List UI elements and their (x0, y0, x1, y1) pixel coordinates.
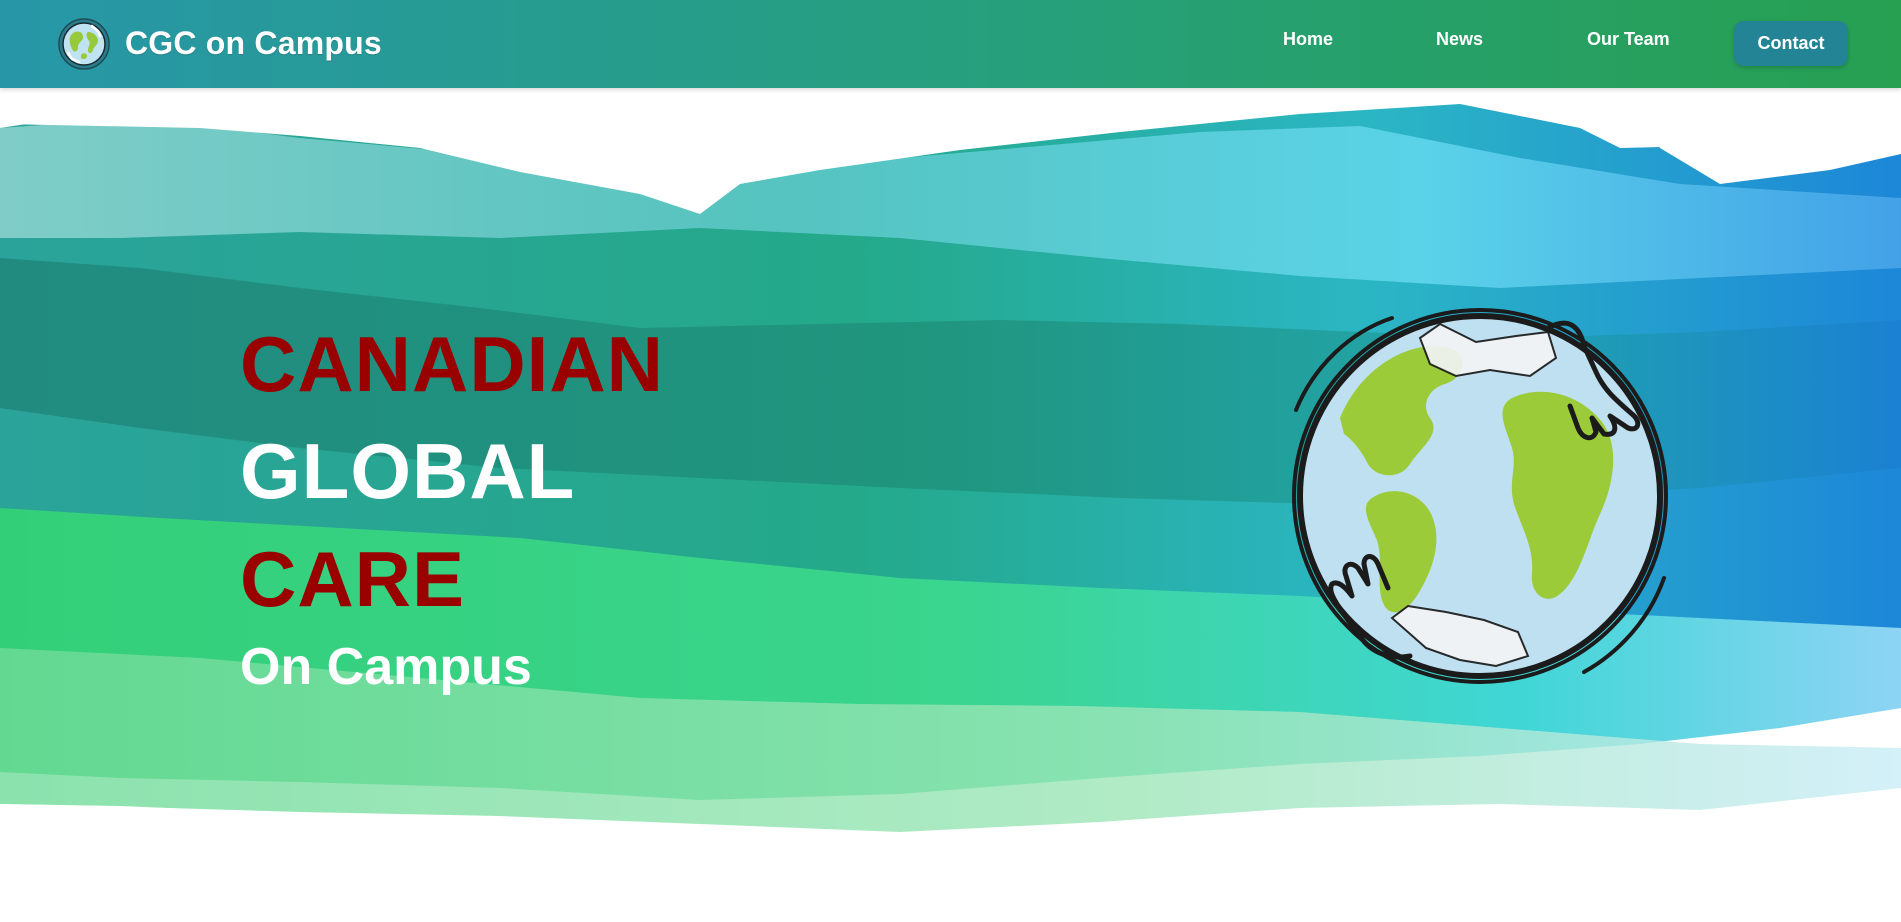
nav-news[interactable]: News (1436, 29, 1483, 50)
hero-line-care: CARE (240, 535, 466, 623)
hero-subtitle: On Campus (240, 638, 532, 696)
globe-hands-icon (58, 17, 110, 70)
globe-held-by-hands-icon (1292, 308, 1668, 684)
nav-home[interactable]: Home (1283, 29, 1333, 50)
hero-line-canadian: CANADIAN (240, 320, 664, 408)
hero-line-global: GLOBAL (240, 427, 576, 515)
brand-title: CGC on Campus (125, 25, 382, 61)
top-navbar: CGC on Campus Home News Our Team Contact (0, 0, 1901, 88)
contact-button[interactable]: Contact (1734, 21, 1848, 66)
nav-our-team[interactable]: Our Team (1587, 29, 1670, 50)
brand[interactable]: CGC on Campus (57, 15, 382, 72)
hero-banner: CANADIAN GLOBAL CARE On Campus (0, 88, 1901, 922)
